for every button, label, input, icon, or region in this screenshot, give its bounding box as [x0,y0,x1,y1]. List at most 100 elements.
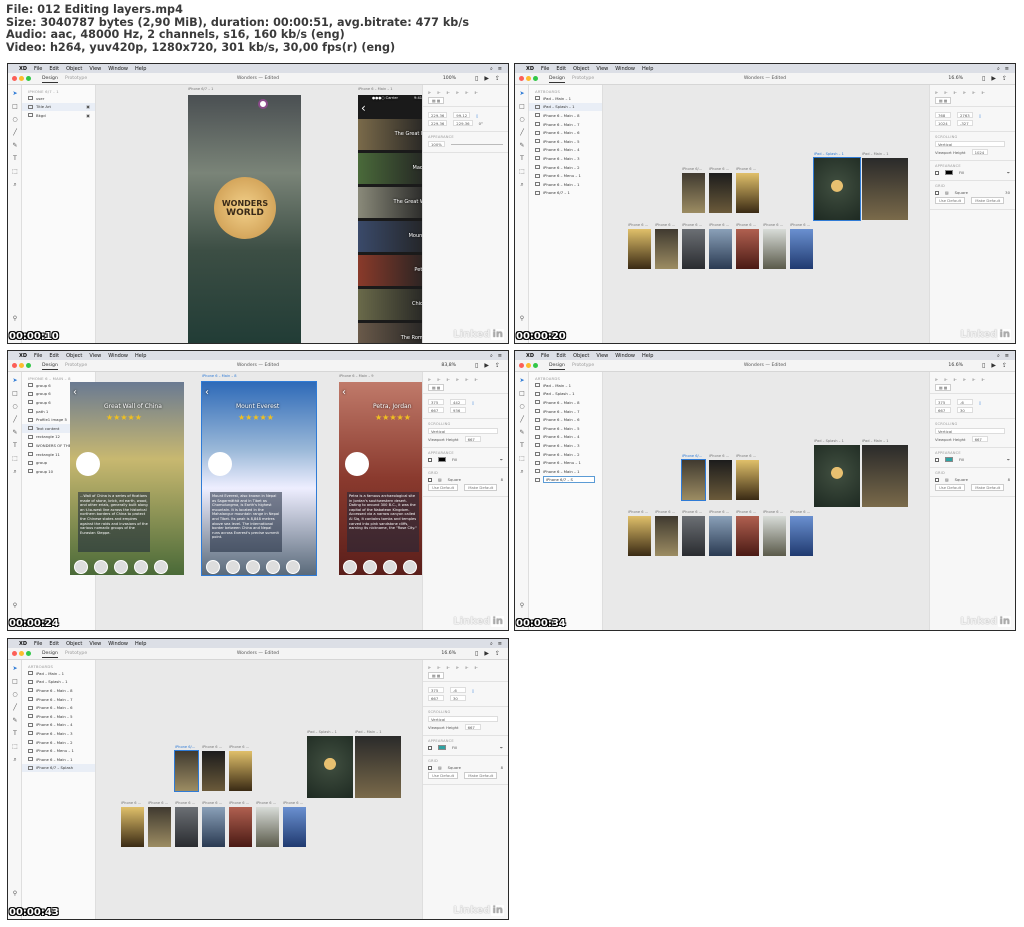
use-default-button[interactable]: Use Default [935,197,966,204]
align-right-icon[interactable]: ⊩ [954,90,957,95]
grid-size-field[interactable]: 30 [1005,190,1010,195]
artboard-tool-icon[interactable]: ⬚ [518,455,526,463]
app-menu-xd[interactable]: XD [19,66,27,72]
align-center-icon[interactable]: ⊩ [944,377,947,382]
ellipse-tool-icon[interactable]: ○ [11,691,19,699]
align-middle-icon[interactable]: ⊩ [465,377,468,382]
app-menu-xd[interactable]: XD [526,66,534,72]
artboard-tool-icon[interactable]: ⬚ [518,168,526,176]
ipad-main-artboard[interactable] [862,158,908,220]
ellipse-tool-icon[interactable]: ○ [11,403,19,411]
device-preview-icon[interactable]: ▯ [475,650,478,657]
fill-color-swatch[interactable] [438,457,446,462]
text-tool-icon[interactable]: T [11,442,19,450]
design-canvas[interactable]: iPhone 6/... iPhone 6 ... iPhone 6 ... iPad… [603,85,929,343]
align-left-icon[interactable]: ⊩ [428,377,431,382]
share-icon[interactable]: ⇪ [495,75,500,82]
play-icon[interactable]: ▶ [484,75,489,82]
zoom-level[interactable]: 16.6% [948,76,963,81]
width-field[interactable]: 229.36 [428,112,448,118]
fill-checkbox[interactable] [428,457,432,462]
select-tool-icon[interactable]: ➤ [11,377,19,385]
layer-row[interactable]: iPhone 6/7 – Splash [22,763,95,773]
list-icon[interactable]: ≡ [1005,66,1009,72]
scrolling-dropdown[interactable]: Vertical [935,141,1005,147]
zoom-level[interactable]: 16.6% [948,363,963,368]
grid-checkbox[interactable] [935,190,939,195]
artboard-label[interactable]: iPad – Splash – 1 [814,439,844,443]
menu-item-view[interactable]: View [89,353,101,359]
artboard-thumbnail[interactable] [175,807,198,847]
select-tool-icon[interactable]: ➤ [518,377,526,385]
scrolling-dropdown[interactable]: Vertical [428,716,498,722]
play-icon[interactable]: ▶ [484,650,489,657]
pen-tool-icon[interactable]: ✎ [518,142,526,150]
layer-row[interactable]: iPhone 6 – Menu – 1 [22,746,95,755]
select-tool-icon[interactable]: ➤ [518,90,526,98]
artboard-thumbnail[interactable] [655,229,678,269]
fill-checkbox[interactable] [935,457,939,462]
artboard-thumbnail[interactable] [148,807,171,847]
device-preview-icon[interactable]: ▯ [475,362,478,369]
device-icon[interactable]: ▯ [472,400,474,405]
design-canvas[interactable]: iPhone 6/7 – 1 WONDERS WORLD iPhone 6 – Mai… [96,85,430,343]
thumbnail-avatar[interactable] [286,560,300,574]
x-field[interactable]: 2763 [957,112,973,118]
height-field[interactable]: 229.36 [428,120,448,126]
artboard-thumbnail[interactable] [121,807,144,847]
artboard-tool-icon[interactable]: ⬚ [11,743,19,751]
eyedropper-icon[interactable]: ✒ [1007,170,1010,175]
artboard-label[interactable]: iPhone 6 ... [628,223,648,227]
artboard-label[interactable]: iPad – Splash – 1 [814,152,844,156]
artboard-thumbnail[interactable] [256,807,279,847]
zoom-tool-icon[interactable]: ⌕ [11,756,19,764]
app-menu-xd[interactable]: XD [526,353,534,359]
thumbnail-avatar[interactable] [74,560,88,574]
eyedropper-icon[interactable]: ✒ [500,457,503,462]
height-field[interactable]: 667 [428,695,444,701]
artboard-label[interactable]: iPhone 6 ... [175,801,195,805]
device-preview-icon[interactable]: ▯ [475,75,478,82]
wonder-list-tile[interactable]: Petra, [358,255,430,286]
menu-item-edit[interactable]: Edit [49,641,59,647]
device-icon[interactable]: ▯ [472,688,474,693]
menu-item-file[interactable]: File [541,353,549,359]
menu-item-view[interactable]: View [89,66,101,72]
align-top-icon[interactable]: ⊩ [963,377,966,382]
wonder-list-tile[interactable]: Mount E [358,221,430,252]
thumbnail-avatar[interactable] [403,560,417,574]
artboard-thumbnail[interactable] [709,516,732,556]
layer-row[interactable]: iPhone 6 – Main – 4 [529,146,602,155]
x-field[interactable]: 99.12 [453,112,471,118]
repeat-grid-button[interactable]: ▦ ▦ [428,384,445,391]
layer-row[interactable]: iPhone 6 – Main – 7 [22,695,95,704]
artboard-thumbnail[interactable] [628,229,651,269]
align-middle-icon[interactable]: ⊩ [465,665,468,670]
ellipse-tool-icon[interactable]: ○ [518,403,526,411]
viewport-height-field[interactable]: 1024 [971,149,988,155]
artboard-tool-icon[interactable]: ⬚ [11,168,19,176]
layer-row[interactable]: iPhone 6 – Main – 5 [529,137,602,146]
artboard-thumbnail[interactable] [763,229,786,269]
menu-item-window[interactable]: Window [108,641,128,647]
symbols-icon[interactable]: ⚲ [11,315,19,323]
list-icon[interactable]: ≡ [1005,353,1009,359]
artboard-label[interactable]: iPhone 6 – Main – 8 [202,374,237,378]
layer-row[interactable]: iPhone 6 – Main – 1 [529,180,602,189]
thumbnail-avatar[interactable] [94,560,108,574]
align-bottom-icon[interactable]: ⊩ [982,90,985,95]
y-field[interactable]: 30 [450,695,466,701]
menu-item-edit[interactable]: Edit [49,353,59,359]
x-field[interactable]: -6 [957,399,973,405]
align-bottom-icon[interactable]: ⊩ [475,377,478,382]
align-left-icon[interactable]: ⊩ [935,377,938,382]
thumbnail-avatar[interactable] [226,560,240,574]
thumbnail-avatar[interactable] [246,560,260,574]
layer-row[interactable]: iPhone 6 – Menu – 1 [529,171,602,180]
align-center-icon[interactable]: ⊩ [437,90,440,95]
text-tool-icon[interactable]: T [518,155,526,163]
design-canvas[interactable]: iPhone 6/... iPhone 6 ... iPhone 6 ... iPad… [96,660,422,919]
width-field[interactable]: 375 [428,399,444,405]
list-icon[interactable]: ≡ [498,353,502,359]
layer-row[interactable]: iPhone 6 – Main – 8 [22,686,95,695]
